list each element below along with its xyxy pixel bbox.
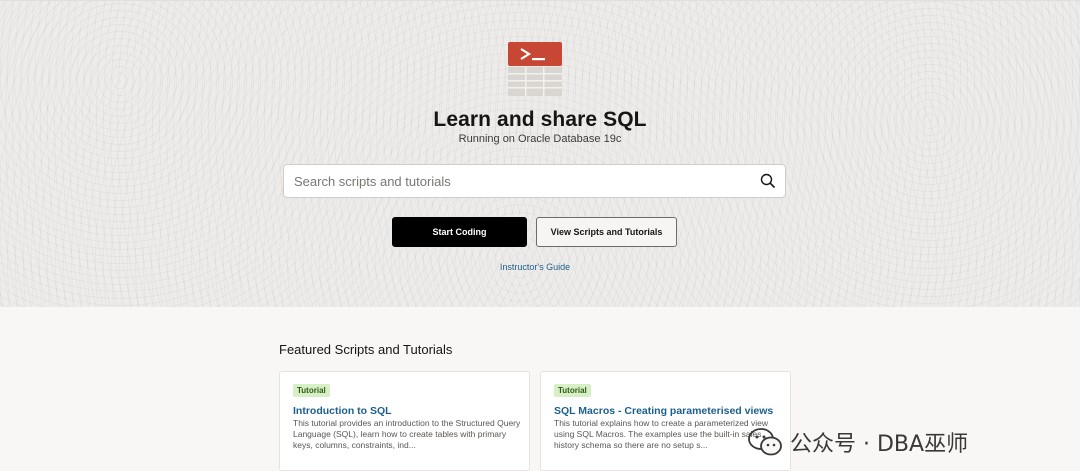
card-title-link[interactable]: Introduction to SQL <box>293 405 392 417</box>
search-input[interactable] <box>294 165 744 197</box>
tutorial-badge: Tutorial <box>293 384 330 397</box>
featured-card[interactable]: Tutorial Introduction to SQL This tutori… <box>279 371 530 471</box>
search-box <box>283 164 786 198</box>
watermark: 公众号 · DBA巫师 <box>748 425 968 459</box>
featured-section-heading: Featured Scripts and Tutorials <box>279 342 453 357</box>
tutorial-badge: Tutorial <box>554 384 591 397</box>
watermark-text: 公众号 · DBA巫师 <box>790 432 969 457</box>
card-title-link[interactable]: SQL Macros - Creating parameterised view… <box>554 405 773 417</box>
view-scripts-button[interactable]: View Scripts and Tutorials <box>536 217 677 247</box>
page-subtitle: Running on Oracle Database 19c <box>458 133 622 145</box>
instructors-guide-link[interactable]: Instructor's Guide <box>0 262 1070 272</box>
card-description: This tutorial provides an introduction t… <box>293 418 521 450</box>
page-title: Learn and share SQL <box>433 108 647 131</box>
start-coding-button[interactable]: Start Coding <box>392 217 527 247</box>
sql-terminal-logo-icon <box>508 42 562 96</box>
search-icon[interactable] <box>760 173 776 189</box>
hero-banner: Learn and share SQL Running on Oracle Da… <box>0 0 1080 307</box>
wechat-logo-icon <box>748 428 782 456</box>
